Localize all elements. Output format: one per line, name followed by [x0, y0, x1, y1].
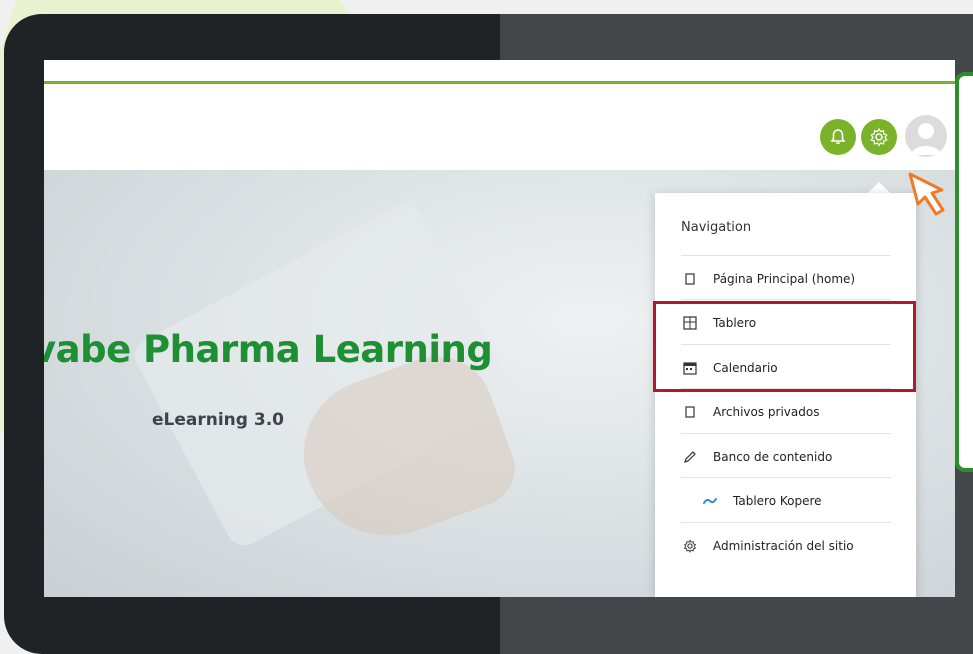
settings-button[interactable]	[861, 119, 897, 155]
browser-screen: vabe Pharma Learning eLearning 3.0 Navig…	[44, 60, 955, 597]
site-header	[44, 84, 955, 170]
menu-item-label: Archivos privados	[713, 405, 820, 419]
navigation-menu: Navigation Página Principal (home) Table…	[655, 193, 916, 597]
avatar-icon	[911, 123, 941, 155]
menu-item-administracion[interactable]: Administración del sitio	[681, 534, 891, 558]
menu-item-home[interactable]: Página Principal (home)	[681, 267, 891, 291]
menu-divider	[681, 299, 891, 300]
hero-subtitle: eLearning 3.0	[152, 410, 284, 430]
notifications-button[interactable]	[820, 119, 856, 155]
menu-divider	[681, 477, 891, 478]
gear-icon	[681, 537, 699, 555]
kopere-icon	[701, 492, 719, 510]
menu-caret	[868, 182, 890, 193]
menu-item-label: Tablero Kopere	[733, 494, 822, 508]
highlight-box	[653, 301, 916, 392]
user-avatar[interactable]	[905, 115, 947, 157]
menu-item-label: Administración del sitio	[713, 539, 854, 553]
menu-divider	[681, 255, 891, 256]
menu-item-label: Página Principal (home)	[713, 272, 856, 286]
cursor-pointer-icon	[908, 172, 945, 216]
pencil-icon	[681, 448, 699, 466]
side-panel	[955, 72, 973, 472]
device-frame: vabe Pharma Learning eLearning 3.0 Navig…	[4, 14, 973, 654]
menu-divider	[681, 522, 891, 523]
menu-divider	[681, 433, 891, 434]
page-icon	[681, 403, 699, 421]
menu-heading: Navigation	[681, 220, 752, 235]
menu-item-tablero-kopere[interactable]: Tablero Kopere	[701, 489, 911, 513]
menu-item-label: Banco de contenido	[713, 450, 833, 464]
bell-icon	[830, 129, 846, 145]
menu-item-archivos-privados[interactable]: Archivos privados	[681, 400, 891, 424]
menu-item-banco-de-contenido[interactable]: Banco de contenido	[681, 445, 891, 469]
hero-title: vabe Pharma Learning	[44, 328, 493, 371]
page-icon	[681, 270, 699, 288]
gear-icon	[870, 127, 888, 147]
